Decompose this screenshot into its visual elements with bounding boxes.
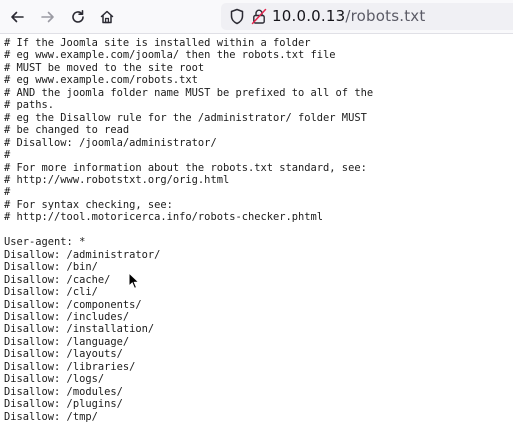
text-line: # AND the joomla folder name MUST be pre… <box>4 86 374 99</box>
text-line: Disallow: /includes/ <box>4 310 130 323</box>
text-line: Disallow: /layouts/ <box>4 348 123 361</box>
text-line: Disallow: /cache/ <box>4 273 111 286</box>
text-line: Disallow: /cli/ <box>4 286 98 299</box>
text-line: # eg www.example.com/joomla/ then the ro… <box>4 49 336 62</box>
text-line: # For syntax checking, see: <box>4 198 173 211</box>
text-line: Disallow: /administrator/ <box>4 248 161 261</box>
text-line: # MUST be moved to the site root <box>4 61 205 74</box>
text-line: # be changed to read <box>4 124 130 137</box>
text-line: Disallow: /components/ <box>4 298 142 311</box>
text-line: Disallow: /logs/ <box>4 373 105 386</box>
page-content: # If the Joomla site is installed within… <box>4 37 513 443</box>
text-line: # paths. <box>4 99 55 112</box>
text-line: # eg the Disallow rule for the /administ… <box>4 111 367 124</box>
text-line: # For more information about the robots.… <box>4 161 367 174</box>
text-line: # http://tool.motoricerca.info/robots-ch… <box>4 211 324 224</box>
shield-icon[interactable] <box>229 8 245 25</box>
text-line: Disallow: /bin/ <box>4 261 98 274</box>
text-line: User-agent: * <box>4 236 86 249</box>
text-line: # <box>4 149 11 162</box>
text-line: # http://www.robotstxt.org/orig.html <box>4 173 230 186</box>
address-bar[interactable]: 10.0.0.13/robots.txt <box>221 3 513 30</box>
text-line: # If the Joomla site is installed within… <box>4 37 311 49</box>
text-line: Disallow: /modules/ <box>4 385 123 398</box>
text-line: # <box>4 186 11 199</box>
text-line: Disallow: /installation/ <box>4 323 155 336</box>
forward-arrow-icon <box>41 11 54 23</box>
browser-toolbar: 10.0.0.13/robots.txt <box>0 0 513 34</box>
text-line: Disallow: /libraries/ <box>4 360 136 373</box>
text-line: Disallow: /plugins/ <box>4 398 123 411</box>
reload-icon <box>72 10 84 23</box>
back-arrow-icon <box>11 11 24 23</box>
mouse-cursor-icon <box>128 272 140 289</box>
reload-button[interactable] <box>67 6 89 28</box>
forward-button[interactable] <box>37 6 59 28</box>
text-line: # Disallow: /joomla/administrator/ <box>4 136 217 149</box>
home-button[interactable] <box>96 6 118 28</box>
url-host: 10.0.0.13 <box>272 7 346 25</box>
text-line: Disallow: /tmp/ <box>4 410 98 423</box>
home-icon <box>100 10 114 24</box>
back-button[interactable] <box>6 6 28 28</box>
url-text[interactable]: 10.0.0.13/robots.txt <box>272 7 425 25</box>
text-line: # eg www.example.com/robots.txt <box>4 74 198 87</box>
text-line: Disallow: /language/ <box>4 335 130 348</box>
insecure-lock-icon[interactable] <box>251 8 267 25</box>
url-path: /robots.txt <box>345 7 426 25</box>
robots-txt-text: # If the Joomla site is installed within… <box>4 37 513 423</box>
